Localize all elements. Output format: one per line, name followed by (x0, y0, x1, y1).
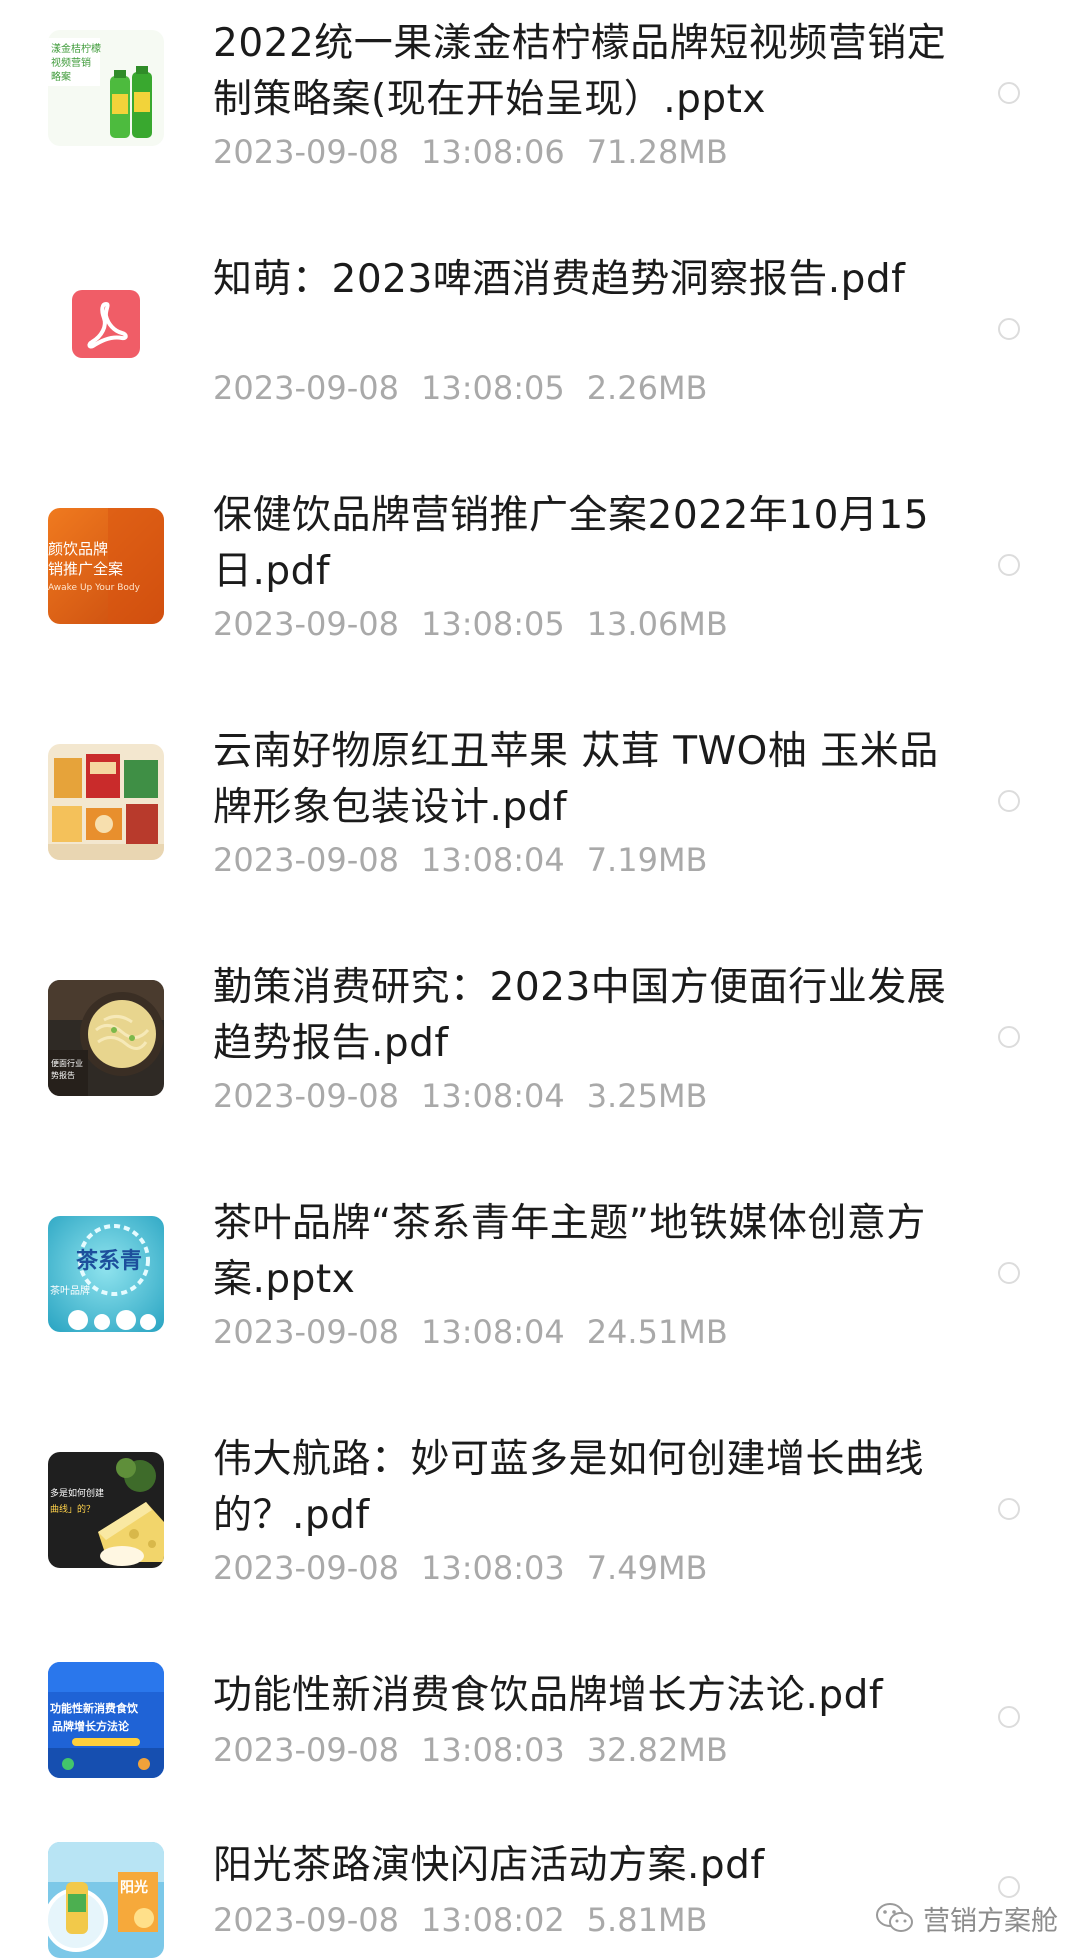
svg-text:势报告: 势报告 (51, 1070, 75, 1080)
tea-theme-thumbnail: 茶系青 茶叶品牌 (48, 1216, 164, 1332)
noodle-bowl-thumbnail: 便面行业 势报告 (48, 980, 164, 1096)
file-meta: 2023-09-08 13:08:03 7.49MB (213, 1548, 953, 1588)
file-name: 茶叶品牌“茶系青年主题”地铁媒体创意方案.pptx (213, 1201, 926, 1302)
svg-text:茶叶品牌: 茶叶品牌 (50, 1284, 90, 1297)
select-radio[interactable] (998, 1026, 1020, 1048)
svg-text:略案: 略案 (51, 70, 71, 83)
wechat-logo-icon (876, 1903, 913, 1932)
watermark: 营销方案舱 (875, 1898, 1058, 1938)
file-time: 13:08:06 (420, 133, 565, 171)
file-date: 2023-09-08 (213, 1077, 399, 1115)
file-row[interactable]: 茶系青 茶叶品牌 茶叶品牌“茶系青年主题”地铁媒体创意方案.pptx 2023-… (0, 1180, 1080, 1360)
file-date: 2023-09-08 (213, 1901, 399, 1939)
svg-text:Awake Up Your Body: Awake Up Your Body (48, 583, 141, 593)
file-meta: 2023-09-08 13:08:03 32.82MB (213, 1730, 953, 1770)
select-radio[interactable] (998, 82, 1020, 104)
file-date: 2023-09-08 (213, 1313, 399, 1351)
svg-text:多是如何创建: 多是如何创建 (50, 1487, 104, 1499)
file-size: 13.06MB (586, 605, 728, 643)
green-bottles-thumbnail: 漾金桔柠檬 视频营销 略案 (48, 30, 164, 146)
thumbnail-caption: 漾金桔柠檬 (51, 42, 101, 55)
select-radio[interactable] (998, 1706, 1020, 1728)
thumbnail-caption: 阳光 (120, 1879, 148, 1896)
select-radio[interactable] (998, 318, 1020, 340)
blue-banner-thumbnail: 功能性新消费食饮 品牌增长方法论 (48, 1662, 164, 1778)
file-row[interactable]: 多是如何创建 曲线」的？ 伟大航路：妙可蓝多是如何创建增长曲线的？.pdf 20… (0, 1416, 1080, 1596)
select-radio[interactable] (998, 790, 1020, 812)
file-row[interactable]: 云南好物原红丑苹果 苁茸 TWO柚 玉米品牌形象包装设计.pdf 2023-09… (0, 708, 1080, 888)
file-row[interactable]: 知萌：2023啤酒消费趋势洞察报告.pdf 2023-09-08 13:08:05… (0, 236, 1080, 416)
file-name: 云南好物原红丑苹果 苁茸 TWO柚 玉米品牌形象包装设计.pdf (213, 729, 939, 830)
file-time: 13:08:04 (420, 1077, 565, 1115)
file-time: 13:08:05 (420, 605, 565, 643)
file-name: 2022统一果漾金桔柠檬品牌短视频营销定制策略案(现在开始呈现）.pptx (213, 21, 947, 122)
svg-text:品牌增长方法论: 品牌增长方法论 (52, 1719, 130, 1733)
cheese-thumbnail: 多是如何创建 曲线」的？ (48, 1452, 164, 1568)
watermark-text: 营销方案舱 (923, 1905, 1058, 1937)
sunshine-tea-thumbnail: 阳光 (48, 1842, 164, 1958)
select-radio[interactable] (998, 1876, 1020, 1898)
select-radio[interactable] (998, 1262, 1020, 1284)
file-time: 13:08:05 (420, 369, 565, 407)
file-size: 3.25MB (586, 1077, 708, 1115)
file-name: 伟大航路：妙可蓝多是如何创建增长曲线的？.pdf (213, 1437, 925, 1538)
file-date: 2023-09-08 (213, 1549, 399, 1587)
file-name: 知萌：2023啤酒消费趋势洞察报告.pdf (213, 257, 906, 302)
file-row[interactable]: 漾金桔柠檬 视频营销 略案 2022统一果漾金桔柠檬品牌短视频营销定制策略案(现… (0, 0, 1080, 180)
file-date: 2023-09-08 (213, 605, 399, 643)
file-name: 功能性新消费食饮品牌增长方法论.pdf (213, 1673, 884, 1718)
file-size: 32.82MB (586, 1731, 728, 1769)
file-size: 7.19MB (586, 841, 708, 879)
svg-text:销推广全案: 销推广全案 (48, 560, 123, 578)
file-meta: 2023-09-08 13:08:05 2.26MB (213, 368, 953, 408)
file-date: 2023-09-08 (213, 369, 399, 407)
svg-text:视频营销: 视频营销 (51, 56, 91, 69)
file-row[interactable]: 功能性新消费食饮 品牌增长方法论 功能性新消费食饮品牌增长方法论.pdf 202… (0, 1652, 1080, 1782)
file-size: 71.28MB (586, 133, 728, 171)
file-time: 13:08:03 (420, 1549, 565, 1587)
file-name: 勤策消费研究：2023中国方便面行业发展趋势报告.pdf (213, 965, 947, 1066)
file-time: 13:08:03 (420, 1731, 565, 1769)
file-row[interactable]: 阳光 阳光茶路演快闪店活动方案.pdf 2023-09-08 13:08:02 5.… (0, 1832, 1080, 1958)
file-meta: 2023-09-08 13:08:06 71.28MB (213, 132, 953, 172)
orange-cover-thumbnail: 颜饮品牌 销推广全案 Awake Up Your Body (48, 508, 164, 624)
file-date: 2023-09-08 (213, 841, 399, 879)
file-time: 13:08:04 (420, 841, 565, 879)
svg-text:功能性新消费食饮: 功能性新消费食饮 (50, 1701, 139, 1715)
select-radio[interactable] (998, 554, 1020, 576)
file-size: 5.81MB (586, 1901, 708, 1939)
select-radio[interactable] (998, 1498, 1020, 1520)
file-list: 漾金桔柠檬 视频营销 略案 2022统一果漾金桔柠檬品牌短视频营销定制策略案(现… (0, 0, 1080, 1958)
file-size: 2.26MB (586, 369, 708, 407)
file-meta: 2023-09-08 13:08:05 13.06MB (213, 604, 953, 644)
svg-text:颜饮品牌: 颜饮品牌 (48, 540, 108, 558)
file-meta: 2023-09-08 13:08:02 5.81MB (213, 1900, 953, 1940)
file-size: 24.51MB (586, 1313, 728, 1351)
thumbnail-caption: 茶系青 (76, 1249, 142, 1274)
file-name: 保健饮品牌营销推广全案2022年10月15日.pdf (213, 493, 930, 594)
file-time: 13:08:02 (420, 1901, 565, 1939)
file-date: 2023-09-08 (213, 133, 399, 171)
file-row[interactable]: 便面行业 势报告 勤策消费研究：2023中国方便面行业发展趋势报告.pdf 20… (0, 944, 1080, 1124)
file-row[interactable]: 颜饮品牌 销推广全案 Awake Up Your Body 保健饮品牌营销推广全… (0, 472, 1080, 652)
file-time: 13:08:04 (420, 1313, 565, 1351)
file-meta: 2023-09-08 13:08:04 7.19MB (213, 840, 953, 880)
file-meta: 2023-09-08 13:08:04 3.25MB (213, 1076, 953, 1116)
file-meta: 2023-09-08 13:08:04 24.51MB (213, 1312, 953, 1352)
file-size: 7.49MB (586, 1549, 708, 1587)
file-name: 阳光茶路演快闪店活动方案.pdf (213, 1843, 765, 1888)
pdf-icon (48, 266, 164, 382)
packaging-thumbnail (48, 744, 164, 860)
svg-text:曲线」的？: 曲线」的？ (50, 1503, 95, 1515)
file-date: 2023-09-08 (213, 1731, 399, 1769)
svg-text:便面行业: 便面行业 (51, 1058, 83, 1068)
